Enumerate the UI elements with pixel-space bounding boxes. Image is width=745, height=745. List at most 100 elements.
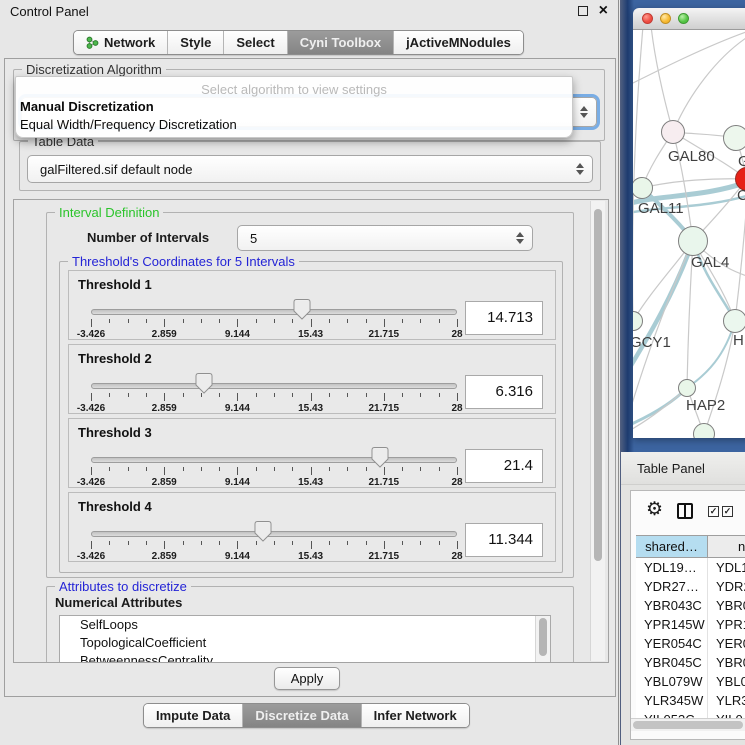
table-row[interactable]: YLR345WYLR3 [636, 691, 745, 710]
table-cell[interactable]: YDL1 [708, 558, 745, 577]
tick-mark [274, 541, 275, 545]
threshold-value-field[interactable]: 6.316 [465, 375, 543, 409]
threshold-slider[interactable]: -3.4262.8599.14415.4321.71528 [91, 381, 457, 415]
threshold-value-field[interactable]: 11.344 [465, 523, 543, 557]
threshold-slider[interactable]: -3.4262.8599.14415.4321.71528 [91, 529, 457, 563]
network-node-hap2[interactable] [678, 379, 696, 397]
table-cell[interactable]: YLR3 [708, 691, 745, 710]
threshold-value-field[interactable]: 14.713 [465, 301, 543, 335]
attribute-item-betweennesscentrality[interactable]: BetweennessCentrality [60, 652, 550, 663]
tick-mark [384, 541, 385, 549]
slider-thumb[interactable] [196, 373, 213, 399]
column-header-2[interactable]: na [708, 536, 745, 557]
close-traffic-light[interactable] [642, 13, 653, 24]
tab-discretize-data[interactable]: Discretize Data [243, 704, 361, 727]
discretization-algorithm-group-title: Discretization Algorithm [22, 62, 166, 77]
slider-thumb[interactable] [255, 521, 272, 547]
tick-label: 21.715 [369, 403, 400, 414]
tick-label: 15.43 [298, 551, 323, 562]
float-window-icon[interactable] [578, 6, 588, 16]
threshold-panel-3: Threshold 3-3.4262.8599.14415.4321.71528… [68, 418, 556, 488]
threshold-value-field[interactable]: 21.4 [465, 449, 543, 483]
tab-infer-network[interactable]: Infer Network [362, 704, 469, 727]
table-row[interactable]: YDL19…YDL1 [636, 558, 745, 577]
tick-mark [366, 467, 367, 471]
columns-icon[interactable] [677, 503, 693, 519]
tab-jactivemnodules[interactable]: jActiveMNodules [394, 31, 523, 54]
tick-mark [109, 319, 110, 323]
table-row[interactable]: YPR145WYPR1 [636, 615, 745, 634]
slider-thumb[interactable] [372, 447, 389, 473]
attribute-item-selfloops[interactable]: SelfLoops [60, 616, 550, 634]
network-node-gal4[interactable] [678, 226, 708, 256]
table-cell[interactable]: YDR2 [708, 577, 745, 596]
tab-impute-data[interactable]: Impute Data [144, 704, 243, 727]
threshold-slider[interactable]: -3.4262.8599.14415.4321.71528 [91, 307, 457, 341]
combo-arrows-icon [516, 232, 524, 244]
tick-mark [237, 467, 238, 475]
table-cell[interactable]: YER054C [636, 634, 708, 653]
table-body: YDL19…YDL1YDR27…YDR2YBR043CYBR0YPR145WYP… [636, 558, 745, 729]
table-data-combobox[interactable]: galFiltered.sif default node [27, 155, 593, 183]
table-cell[interactable]: YBR0 [708, 596, 745, 615]
close-icon[interactable]: × [599, 6, 608, 16]
zoom-traffic-light[interactable] [678, 13, 689, 24]
tick-label: 2.859 [152, 477, 177, 488]
table-row[interactable]: YBL079WYBL0 [636, 672, 745, 691]
table-cell[interactable]: YDR27… [636, 577, 708, 596]
number-of-intervals-combobox[interactable]: 5 [237, 225, 533, 251]
table-cell[interactable]: YPR145W [636, 615, 708, 634]
table-horizontal-scrollbar[interactable] [631, 718, 745, 731]
panel-scrollbar[interactable] [590, 201, 605, 661]
tick-mark [201, 541, 202, 545]
network-node-h[interactable] [723, 309, 745, 333]
threshold-slider[interactable]: -3.4262.8599.14415.4321.71528 [91, 455, 457, 489]
table-row[interactable]: YDR27…YDR2 [636, 577, 745, 596]
interval-definition-title: Interval Definition [55, 205, 163, 220]
table-cell[interactable]: YLR345W [636, 691, 708, 710]
tick-mark [292, 393, 293, 397]
network-node[interactable] [693, 423, 715, 438]
table-cell[interactable]: YBR043C [636, 596, 708, 615]
gear-icon[interactable]: ⚙ [646, 500, 663, 520]
tab-select[interactable]: Select [224, 31, 287, 54]
bottom-tab-bar: Impute DataDiscretize DataInfer Network [143, 703, 470, 728]
tab-network[interactable]: Network [74, 31, 168, 54]
scrollbar-thumb[interactable] [539, 618, 547, 656]
table-cell[interactable]: YBL0 [708, 672, 745, 691]
scrollbar-thumb[interactable] [633, 721, 743, 729]
network-node-label: HAP2 [686, 397, 725, 414]
attributes-list-scrollbar[interactable] [535, 616, 550, 663]
algorithm-option-manual-discretization[interactable]: Manual Discretization [16, 97, 572, 115]
table-cell[interactable]: YER0 [708, 634, 745, 653]
algorithm-option-equal-width-frequency-discretization[interactable]: Equal Width/Frequency Discretization [16, 115, 572, 133]
table-cell[interactable]: YBL079W [636, 672, 708, 691]
network-node-label: H [733, 332, 744, 349]
table-cell[interactable]: YPR1 [708, 615, 745, 634]
table-row[interactable]: YBR043CYBR0 [636, 596, 745, 615]
table-row[interactable]: YER054CYER0 [636, 634, 745, 653]
table-cell[interactable]: YDL19… [636, 558, 708, 577]
table-row[interactable]: YBR045CYBR0 [636, 653, 745, 672]
algorithm-placeholder-option[interactable]: Select algorithm to view settings [16, 77, 572, 97]
network-node-label: GAL4 [691, 254, 729, 271]
tab-cyni-toolbox[interactable]: Cyni Toolbox [288, 31, 394, 54]
checkbox-icon[interactable]: ✓ [722, 506, 733, 517]
minimize-traffic-light[interactable] [660, 13, 671, 24]
scrollbar-thumb[interactable] [594, 209, 602, 561]
column-header-1[interactable]: shared… [636, 536, 708, 557]
table-cell[interactable]: YBR0 [708, 653, 745, 672]
slider-thumb[interactable] [294, 299, 311, 325]
control-panel: Control Panel × NetworkStyleSelectCyni T… [0, 0, 619, 745]
settings-scroll-panel: Interval Definition Number of Intervals … [13, 199, 609, 663]
tab-label: Cyni Toolbox [300, 35, 381, 50]
tick-mark [274, 319, 275, 323]
attribute-item-topologicalcoefficient[interactable]: TopologicalCoefficient [60, 634, 550, 652]
checkbox-icon[interactable]: ✓ [708, 506, 719, 517]
network-canvas[interactable]: GAL80GACGAL11GAL4GCY1HHAP2 [633, 30, 745, 438]
table-cell[interactable]: YBR045C [636, 653, 708, 672]
apply-button[interactable]: Apply [274, 667, 340, 690]
tab-style[interactable]: Style [168, 31, 224, 54]
network-node-gal80[interactable] [661, 120, 685, 144]
network-node-ga[interactable] [723, 125, 745, 151]
